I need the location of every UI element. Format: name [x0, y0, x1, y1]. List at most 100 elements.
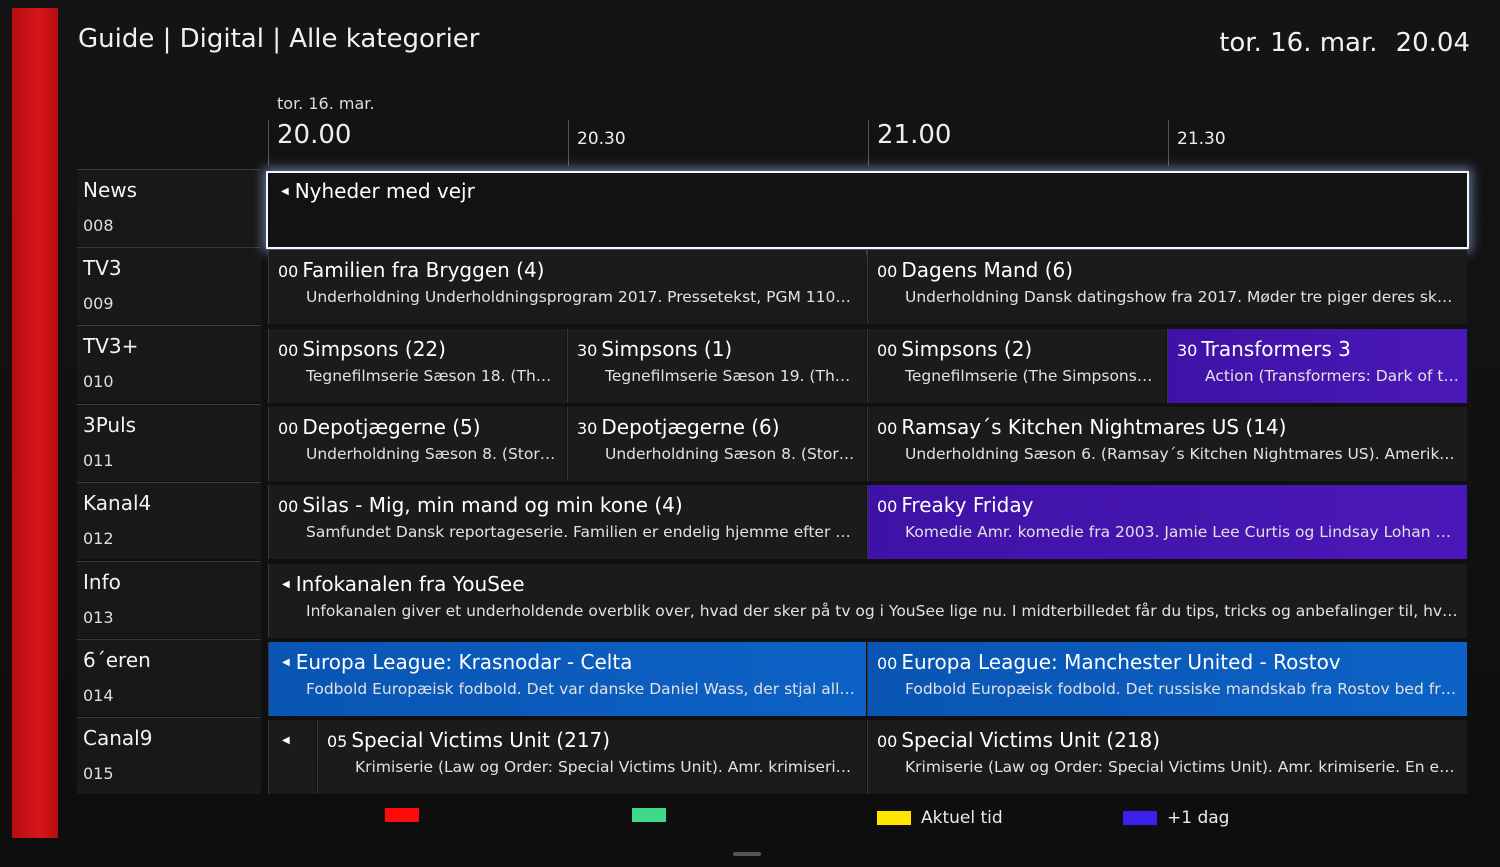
- program-start-minute: 05: [327, 732, 348, 751]
- channel-kanal4[interactable]: Kanal4 012: [77, 482, 261, 559]
- red-key-swatch: [385, 808, 419, 822]
- program-description: Underholdning Sæson 8. (Storage Wars): [306, 445, 558, 463]
- program-start-minute: 00: [278, 341, 299, 360]
- header-datetime: tor. 16. mar. 20.04: [1219, 28, 1470, 58]
- blue-key-swatch: [1123, 811, 1157, 825]
- program-title: Special Victims Unit (217): [351, 728, 611, 752]
- program-simpsons-1[interactable]: 30 Simpsons (1) Tegnefilmserie Sæson 19. …: [567, 329, 866, 403]
- continues-left-icon: ◀: [281, 186, 289, 197]
- program-svu-218[interactable]: 00 Special Victims Unit (218) Krimiserie …: [867, 720, 1467, 794]
- legend-green-key[interactable]: [632, 808, 676, 822]
- program-transformers-3[interactable]: 30 Transformers 3 Action (Transformers: D…: [1167, 329, 1467, 403]
- time-tick-2130: 21.30: [1168, 120, 1226, 166]
- channel-number: 009: [83, 294, 114, 313]
- header-date: tor. 16. mar.: [1219, 28, 1378, 58]
- program-canal9-previous[interactable]: ◀: [268, 720, 316, 794]
- tv-guide-screen: Guide | Digital | Alle kategorier tor. 1…: [0, 0, 1500, 867]
- program-title: Simpsons (22): [302, 337, 446, 361]
- program-title: Depotjægerne (6): [601, 415, 780, 439]
- program-krasnodar-celta[interactable]: ◀ Europa League: Krasnodar - Celta Fodbol…: [268, 642, 866, 716]
- program-infokanalen[interactable]: ◀ Infokanalen fra YouSee Infokanalen give…: [268, 564, 1467, 638]
- program-description: Krimiserie (Law og Order: Special Victim…: [905, 758, 1459, 776]
- program-familien-fra-bryggen[interactable]: 00 Familien fra Bryggen (4) Underholdning…: [268, 250, 866, 324]
- channel-tv3plus[interactable]: TV3+ 010: [77, 325, 261, 402]
- program-description: Fodbold Europæisk fodbold. Det var dansk…: [306, 680, 858, 698]
- program-title: Europa League: Manchester United - Rosto…: [901, 650, 1341, 674]
- program-start-minute: 30: [577, 341, 598, 360]
- program-freaky-friday[interactable]: 00 Freaky Friday Komedie Amr. komedie fra…: [867, 485, 1467, 559]
- channel-name: Kanal4: [83, 491, 152, 515]
- channel-name: News: [83, 178, 138, 202]
- program-description: Samfundet Dansk reportageserie. Familien…: [306, 523, 858, 541]
- channel-tv3[interactable]: TV3 009: [77, 247, 261, 324]
- program-nyheder-med-vejr[interactable]: ◀ Nyheder med vejr: [266, 171, 1469, 249]
- time-tick-2100: 21.00: [868, 120, 951, 166]
- channel-name: TV3+: [83, 334, 139, 358]
- program-start-minute: 30: [577, 419, 598, 438]
- program-title: Special Victims Unit (218): [901, 728, 1161, 752]
- program-description: Action (Transformers: Dark of the Moon): [1205, 367, 1459, 385]
- program-svu-217[interactable]: 05 Special Victims Unit (217) Krimiserie …: [317, 720, 866, 794]
- program-depotjaegerne-5[interactable]: 00 Depotjægerne (5) Underholdning Sæson 8…: [268, 407, 566, 481]
- channel-number: 012: [83, 529, 114, 548]
- program-simpsons-22[interactable]: 00 Simpsons (22) Tegnefilmserie Sæson 18.…: [268, 329, 566, 403]
- channel-news[interactable]: News 008: [77, 169, 261, 246]
- program-title: Depotjægerne (5): [302, 415, 481, 439]
- program-title: Europa League: Krasnodar - Celta: [295, 650, 633, 674]
- channel-3puls[interactable]: 3Puls 011: [77, 404, 261, 481]
- program-start-minute: 00: [877, 732, 898, 751]
- timeline-header: tor. 16. mar. 20.00 20.30 21.00 21.30: [268, 88, 1468, 168]
- side-accent-bar: [12, 8, 58, 838]
- program-silas[interactable]: 00 Silas - Mig, min mand og min kone (4) …: [268, 485, 866, 559]
- program-description: Underholdning Sæson 8. (Storage Wars): [605, 445, 858, 463]
- program-description: Tegnefilmserie Sæson 19. (The Simpsons): [605, 367, 858, 385]
- program-description: Infokanalen giver et underholdende overb…: [306, 602, 1459, 620]
- program-title: Nyheder med vejr: [294, 179, 475, 203]
- channel-name: Canal9: [83, 726, 153, 750]
- legend-yellow-key[interactable]: Aktuel tid: [877, 808, 1003, 828]
- program-start-minute: 00: [278, 262, 299, 281]
- tv-bezel-indicator: [733, 852, 761, 856]
- channel-number: 010: [83, 372, 114, 391]
- channel-info[interactable]: Info 013: [77, 561, 261, 638]
- legend-label: +1 dag: [1167, 808, 1230, 828]
- program-title: Simpsons (1): [601, 337, 733, 361]
- program-dagens-mand[interactable]: 00 Dagens Mand (6) Underholdning Dansk da…: [867, 250, 1467, 324]
- program-title: Silas - Mig, min mand og min kone (4): [302, 493, 683, 517]
- channel-name: 3Puls: [83, 413, 137, 437]
- program-description: Komedie Amr. komedie fra 2003. Jamie Lee…: [905, 523, 1459, 541]
- program-description: Tegnefilmserie (The Simpsons). Amerikans…: [905, 367, 1158, 385]
- program-start-minute: 00: [877, 262, 898, 281]
- time-tick-2030: 20.30: [568, 120, 626, 166]
- channel-number: 014: [83, 686, 114, 705]
- program-start-minute: 00: [278, 419, 299, 438]
- timeline-date: tor. 16. mar.: [277, 94, 375, 113]
- header-clock: 20.04: [1395, 28, 1470, 58]
- program-title: Freaky Friday: [901, 493, 1034, 517]
- program-title: Familien fra Bryggen (4): [302, 258, 545, 282]
- program-title: Dagens Mand (6): [901, 258, 1074, 282]
- legend-label: Aktuel tid: [921, 808, 1003, 828]
- yellow-key-swatch: [877, 811, 911, 825]
- program-description: Underholdning Sæson 6. (Ramsay´s Kitchen…: [905, 445, 1459, 463]
- channel-6eren[interactable]: 6´eren 014: [77, 639, 261, 716]
- time-tick-2000: 20.00: [268, 120, 351, 166]
- continues-left-icon: ◀: [282, 579, 290, 590]
- page-title: Guide | Digital | Alle kategorier: [78, 24, 480, 54]
- legend-blue-key[interactable]: +1 dag: [1123, 808, 1229, 828]
- channel-name: Info: [83, 570, 121, 594]
- program-title: Infokanalen fra YouSee: [295, 572, 525, 596]
- program-title: Transformers 3: [1201, 337, 1351, 361]
- program-description: Underholdning Dansk datingshow fra 2017.…: [905, 288, 1459, 306]
- program-depotjaegerne-6[interactable]: 30 Depotjægerne (6) Underholdning Sæson 8…: [567, 407, 866, 481]
- program-manchester-rostov[interactable]: 00 Europa League: Manchester United - Ros…: [867, 642, 1467, 716]
- program-start-minute: 00: [877, 419, 898, 438]
- program-title: Simpsons (2): [901, 337, 1033, 361]
- program-simpsons-2[interactable]: 00 Simpsons (2) Tegnefilmserie (The Simps…: [867, 329, 1166, 403]
- program-start-minute: 00: [877, 654, 898, 673]
- channel-name: TV3: [83, 256, 122, 280]
- program-start-minute: 00: [278, 497, 299, 516]
- channel-canal9[interactable]: Canal9 015: [77, 717, 261, 794]
- program-kitchen-nightmares[interactable]: 00 Ramsay´s Kitchen Nightmares US (14) Un…: [867, 407, 1467, 481]
- legend-red-key[interactable]: [385, 808, 429, 822]
